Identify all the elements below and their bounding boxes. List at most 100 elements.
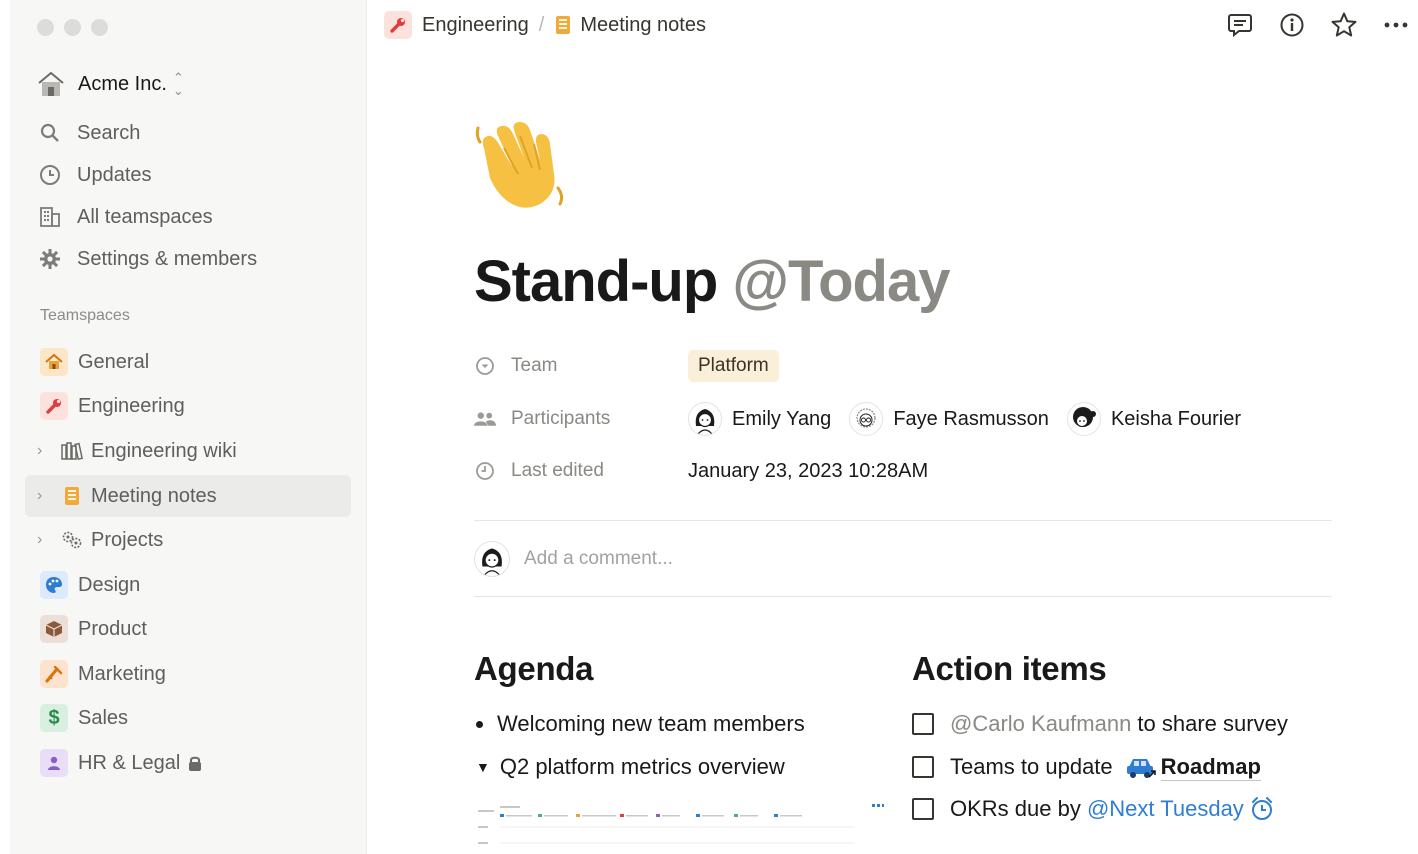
bullet-dot: [476, 720, 483, 728]
roadmap-page-link[interactable]: Roadmap: [1160, 754, 1261, 781]
list-item[interactable]: Welcoming new team members: [474, 708, 805, 740]
comment-box[interactable]: Add a comment...: [474, 540, 673, 578]
minimize-window-button[interactable]: [64, 19, 81, 36]
more-options-icon[interactable]: [1382, 11, 1410, 39]
todo-text: Teams to update: [950, 754, 1113, 779]
window-controls: [37, 19, 108, 36]
car-icon: [1125, 755, 1157, 779]
select-circle-icon: [474, 356, 496, 376]
property-label: Participants: [511, 408, 611, 429]
sidebar-item-label: Meeting notes: [91, 484, 217, 507]
page-title[interactable]: Stand-up @Today: [474, 248, 950, 315]
sidebar-item-design[interactable]: Design: [25, 564, 351, 606]
participant-name: Faye Rasmusson: [893, 407, 1049, 430]
person-mention[interactable]: @Carlo Kaufmann: [950, 711, 1131, 737]
sidebar-item-label: Search: [77, 121, 141, 144]
sidebar-item-settings[interactable]: Settings & members: [38, 241, 257, 277]
participant-chip[interactable]: Keisha Fourier: [1066, 402, 1241, 436]
avatar: [688, 402, 722, 436]
chevron-right-icon[interactable]: ›: [37, 442, 51, 460]
sidebar-item-general[interactable]: General: [25, 341, 351, 383]
toggle-triangle-icon[interactable]: ▼: [476, 759, 490, 775]
gears-icon: [61, 529, 83, 551]
chevron-right-icon[interactable]: ›: [37, 531, 51, 549]
notebook-icon: [554, 15, 572, 35]
participant-chip[interactable]: Faye Rasmusson: [849, 402, 1049, 436]
sidebar-item-product[interactable]: Product: [25, 608, 351, 650]
agenda-heading: Agenda: [474, 650, 594, 687]
breadcrumb-separator: /: [538, 13, 545, 36]
sidebar-item-label: Product: [78, 617, 147, 640]
clock-icon: [38, 163, 62, 187]
list-item-text: Q2 platform metrics overview: [499, 754, 785, 779]
sidebar-item-engineering[interactable]: Engineering: [25, 385, 351, 427]
sidebar-item-all-teamspaces[interactable]: All teamspaces: [38, 199, 213, 235]
palette-icon: [40, 571, 68, 599]
sidebar-item-engineering-wiki[interactable]: › Engineering wiki: [25, 430, 351, 472]
todo-item[interactable]: @Carlo Kaufmann to share survey: [912, 707, 1288, 741]
sidebar-item-label: All teamspaces: [77, 205, 213, 228]
action-items-heading: Action items: [912, 650, 1107, 687]
wrench-icon: [40, 392, 68, 420]
info-icon[interactable]: [1278, 11, 1306, 39]
date-mention[interactable]: @Today: [732, 249, 950, 314]
workspace-name: Acme Inc.: [78, 72, 167, 95]
list-item-text: Welcoming new team members: [497, 711, 805, 736]
comment-icon[interactable]: [1226, 11, 1254, 39]
participant-name: Emily Yang: [732, 407, 832, 430]
sidebar-item-label: Design: [78, 573, 141, 596]
todo-text: to share survey: [1131, 711, 1288, 736]
megaphone-icon: [40, 660, 68, 688]
people-icon: [474, 410, 496, 428]
clock-icon: [474, 461, 496, 481]
todo-item[interactable]: OKRs due by @Next Tuesday: [912, 792, 1274, 826]
page-title-text: Stand-up: [474, 249, 718, 314]
breadcrumb-item-meeting-notes[interactable]: Meeting notes: [580, 14, 706, 37]
sidebar-item-updates[interactable]: Updates: [38, 157, 152, 193]
waving-hand-icon[interactable]: [474, 118, 570, 214]
maximize-window-button[interactable]: [91, 19, 108, 36]
workspace-switcher[interactable]: Acme Inc. ⌃ ⌄: [36, 68, 184, 100]
sidebar-item-label: Updates: [77, 163, 152, 186]
property-label: Team: [511, 355, 558, 376]
breadcrumb: Engineering / Meeting notes: [384, 10, 706, 40]
page-actions: [1226, 10, 1410, 40]
todo-checkbox[interactable]: [912, 798, 934, 820]
close-window-button[interactable]: [37, 19, 54, 36]
sidebar: Acme Inc. ⌃ ⌄ Search Updates All teamspac…: [10, 0, 367, 854]
todo-item[interactable]: Teams to update Roadmap: [912, 750, 1261, 784]
property-label: Last edited: [511, 460, 604, 481]
sidebar-item-sales[interactable]: $ Sales: [25, 697, 351, 739]
team-tag[interactable]: Platform: [688, 350, 779, 382]
sidebar-item-projects[interactable]: › Projects: [25, 519, 351, 561]
divider: [474, 520, 1332, 521]
toggle-list-item[interactable]: ▼ Q2 platform metrics overview: [474, 751, 785, 783]
property-last-edited: Last edited January 23, 2023 10:28AM: [474, 453, 928, 489]
property-team: Team Platform: [474, 348, 779, 384]
date-mention[interactable]: @Next Tuesday: [1087, 796, 1244, 822]
comment-input[interactable]: Add a comment...: [524, 548, 673, 570]
sidebar-item-label: Engineering wiki: [91, 439, 237, 462]
gear-icon: [38, 247, 62, 271]
sidebar-item-label: Projects: [91, 528, 164, 551]
participant-chip[interactable]: Emily Yang: [688, 402, 831, 436]
todo-checkbox[interactable]: [912, 756, 934, 778]
todo-checkbox[interactable]: [912, 713, 934, 735]
notebook-icon: [61, 485, 83, 507]
sidebar-item-search[interactable]: Search: [38, 115, 140, 151]
building-icon: [38, 205, 62, 229]
breadcrumb-item-engineering[interactable]: Engineering: [422, 14, 529, 37]
box-icon: [40, 615, 68, 643]
sidebar-item-meeting-notes[interactable]: › Meeting notes: [25, 475, 351, 517]
sidebar-item-label: General: [78, 350, 150, 373]
embedded-chart-thumbnail[interactable]: [474, 802, 884, 854]
teamspaces-section-label: Teamspaces: [40, 307, 130, 324]
sidebar-item-marketing[interactable]: Marketing: [25, 653, 351, 695]
star-icon[interactable]: [1330, 11, 1358, 39]
chevron-right-icon[interactable]: ›: [37, 487, 51, 505]
sidebar-item-hr-legal[interactable]: HR & Legal: [25, 742, 351, 784]
avatar: [474, 541, 510, 577]
sidebar-item-label: Marketing: [78, 662, 166, 685]
search-icon: [38, 121, 62, 145]
lock-icon: [188, 755, 202, 772]
